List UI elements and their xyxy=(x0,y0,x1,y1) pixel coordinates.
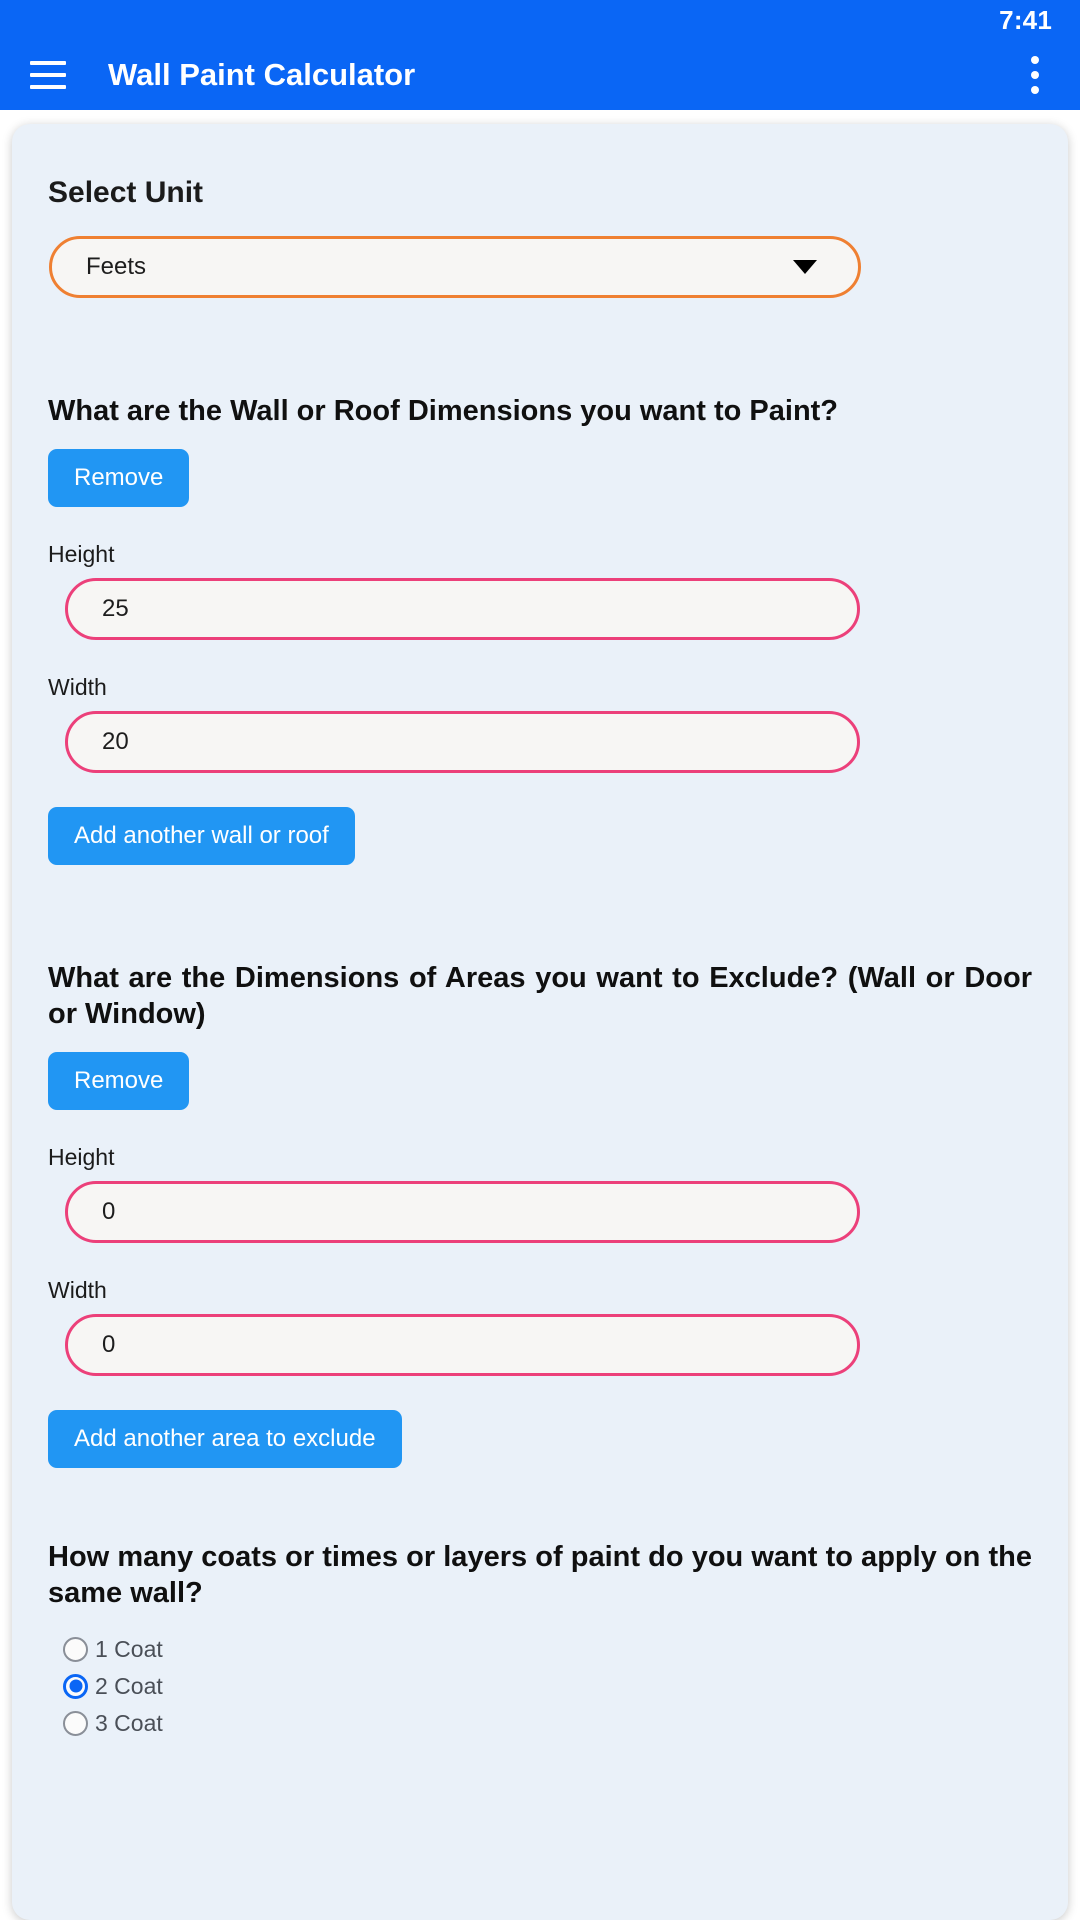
hamburger-line xyxy=(30,85,66,89)
radio-unchecked-icon[interactable] xyxy=(63,1710,88,1736)
chevron-down-icon[interactable] xyxy=(793,260,817,274)
page-title: Wall Paint Calculator xyxy=(108,57,416,92)
remove-exclude-button[interactable]: Remove xyxy=(48,1052,190,1111)
wall-width-label: Width xyxy=(48,674,107,701)
kebab-dot xyxy=(1031,56,1039,64)
coats-radio-label: 3 Coat xyxy=(95,1709,163,1736)
select-unit-section: Select Unit Feets xyxy=(48,176,1032,298)
hamburger-line xyxy=(30,61,66,65)
hamburger-menu-icon[interactable] xyxy=(30,61,66,89)
add-wall-button[interactable]: Add another wall or roof xyxy=(48,807,355,866)
wall-dimensions-question: What are the Wall or Roof Dimensions you… xyxy=(48,395,839,427)
coats-question: How many coats or times or layers of pai… xyxy=(48,1541,1032,1609)
wall-height-value: 25 xyxy=(102,595,129,623)
coats-radio-group[interactable]: 1 Coat 2 Coat 3 Coat xyxy=(48,1631,1032,1742)
coats-radio-label: 1 Coat xyxy=(95,1635,163,1662)
remove-wall-button[interactable]: Remove xyxy=(48,449,190,508)
kebab-dot xyxy=(1031,71,1039,79)
add-exclude-button[interactable]: Add another area to exclude xyxy=(48,1410,402,1469)
exclude-height-input[interactable]: 0 xyxy=(65,1181,860,1244)
coats-radio-label: 2 Coat xyxy=(95,1672,163,1699)
status-bar: 7:41 xyxy=(0,0,1080,40)
coats-radio-option[interactable]: 3 Coat xyxy=(48,1705,1032,1742)
hamburger-line xyxy=(30,73,66,77)
coats-radio-option[interactable]: 1 Coat xyxy=(48,1631,1032,1668)
page-body: Select Unit Feets What are the Wall or R… xyxy=(0,110,1080,1920)
wall-width-input[interactable]: 20 xyxy=(65,711,860,774)
calculator-card: Select Unit Feets What are the Wall or R… xyxy=(12,124,1068,1920)
exclude-height-value: 0 xyxy=(102,1198,116,1226)
radio-checked-icon[interactable] xyxy=(63,1673,88,1699)
exclude-areas-question: What are the Dimensions of Areas you wan… xyxy=(48,962,1032,1030)
coats-radio-option[interactable]: 2 Coat xyxy=(48,1668,1032,1705)
wall-height-input[interactable]: 25 xyxy=(65,578,860,641)
kebab-dot xyxy=(1031,86,1039,94)
status-bar-clock: 7:41 xyxy=(999,4,1052,35)
coats-section: How many coats or times or layers of pai… xyxy=(48,1540,1032,1742)
wall-dimensions-section: What are the Wall or Roof Dimensions you… xyxy=(48,394,1032,866)
wall-height-label: Height xyxy=(48,541,115,568)
more-vert-icon[interactable] xyxy=(1030,56,1040,94)
select-unit-label: Select Unit xyxy=(48,176,204,209)
unit-select[interactable]: Feets xyxy=(49,236,861,298)
wall-width-value: 20 xyxy=(102,728,129,756)
exclude-width-label: Width xyxy=(48,1277,107,1304)
exclude-width-value: 0 xyxy=(102,1331,116,1359)
exclude-height-label: Height xyxy=(48,1144,115,1171)
app-bar-row: Wall Paint Calculator xyxy=(0,40,1080,110)
unit-select-value: Feets xyxy=(86,253,147,280)
app-bar: 7:41 Wall Paint Calculator xyxy=(0,0,1080,110)
radio-unchecked-icon[interactable] xyxy=(63,1636,88,1662)
exclude-areas-section: What are the Dimensions of Areas you wan… xyxy=(48,961,1032,1469)
unit-select-box[interactable]: Feets xyxy=(49,236,861,298)
exclude-width-input[interactable]: 0 xyxy=(65,1314,860,1377)
